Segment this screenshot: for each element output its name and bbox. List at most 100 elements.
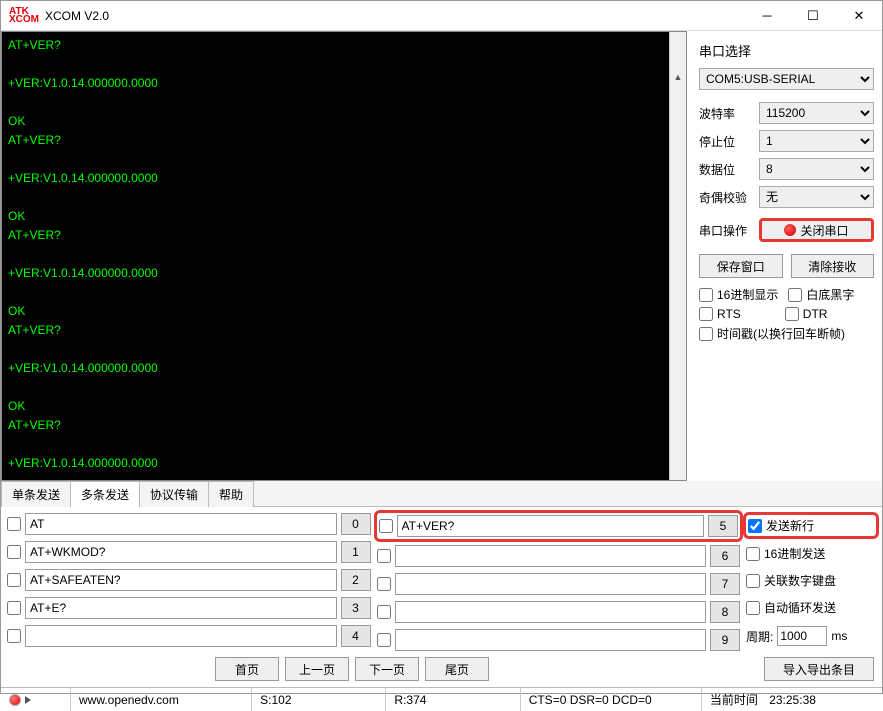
send-check-1[interactable]: [7, 545, 21, 559]
white-bg-checkbox[interactable]: [788, 288, 802, 302]
multi-send-grid: 0 1 2 3 4 5 6 7 8 9 发送新行 16进制发送 关联数字键盘 自…: [1, 507, 882, 653]
send-input-3[interactable]: [25, 597, 337, 619]
panel-title: 串口选择: [699, 41, 874, 60]
port-status-icon: [784, 224, 796, 236]
send-check-3[interactable]: [7, 601, 21, 615]
stopbit-select[interactable]: 1: [759, 130, 874, 152]
hexsend-label: 16进制发送: [764, 545, 825, 562]
send-check-4[interactable]: [7, 629, 21, 643]
scroll-up-icon[interactable]: ▲: [670, 68, 686, 85]
send-tabs: 单条发送 多条发送 协议传输 帮助: [1, 481, 882, 507]
status-line: CTS=0 DSR=0 DCD=0: [529, 693, 652, 707]
numpad-checkbox[interactable]: [746, 574, 760, 588]
minimize-button[interactable]: ─: [744, 1, 790, 31]
parity-select[interactable]: 无: [759, 186, 874, 208]
stopbit-label: 停止位: [699, 133, 751, 150]
send-input-5[interactable]: [397, 515, 705, 537]
send-input-8[interactable]: [395, 601, 707, 623]
serial-op-label: 串口操作: [699, 222, 751, 239]
send-input-1[interactable]: [25, 541, 337, 563]
dtr-checkbox[interactable]: [785, 307, 799, 321]
tab-protocol[interactable]: 协议传输: [139, 481, 209, 507]
record-icon[interactable]: [9, 694, 21, 706]
send-input-4[interactable]: [25, 625, 337, 647]
period-unit: ms: [831, 629, 847, 643]
databit-label: 数据位: [699, 161, 751, 178]
title-bar: ATKXCOM XCOM V2.0 ─ ☐ ✕: [1, 1, 882, 31]
newline-label: 发送新行: [766, 517, 814, 534]
databit-select[interactable]: 8: [759, 158, 874, 180]
status-bar: www.openedv.com S:102 R:374 CTS=0 DSR=0 …: [1, 687, 882, 711]
baud-select[interactable]: 115200: [759, 102, 874, 124]
com-port-select[interactable]: COM5:USB-SERIAL: [699, 68, 874, 90]
terminal-scrollbar[interactable]: ▲ ▼: [669, 32, 686, 480]
send-check-5[interactable]: [379, 519, 393, 533]
status-recv: R:374: [394, 693, 426, 707]
send-btn-7[interactable]: 7: [710, 573, 740, 595]
hexsend-checkbox[interactable]: [746, 547, 760, 561]
tab-help[interactable]: 帮助: [208, 481, 254, 507]
send-input-9[interactable]: [395, 629, 707, 651]
terminal-output[interactable]: AT+VER? +VER:V1.0.14.000000.0000 OK AT+V…: [1, 31, 687, 481]
send-col-right: 5 6 7 8 9: [377, 513, 741, 651]
app-logo-icon: ATKXCOM: [9, 8, 39, 24]
period-input[interactable]: [777, 626, 827, 646]
send-input-6[interactable]: [395, 545, 707, 567]
send-check-9[interactable]: [377, 633, 391, 647]
page-first-button[interactable]: 首页: [215, 657, 279, 681]
status-time: 23:25:38: [769, 693, 816, 707]
status-url[interactable]: www.openedv.com: [79, 693, 179, 707]
status-sent: S:102: [260, 693, 291, 707]
hex-display-label: 16进制显示: [717, 286, 778, 303]
close-port-label: 关闭串口: [800, 222, 848, 239]
maximize-button[interactable]: ☐: [790, 1, 836, 31]
rts-label: RTS: [717, 307, 741, 321]
timestamp-label: 时间戳(以换行回车断帧): [717, 325, 845, 342]
send-check-8[interactable]: [377, 605, 391, 619]
tab-multi-send[interactable]: 多条发送: [70, 481, 140, 507]
import-export-button[interactable]: 导入导出条目: [764, 657, 874, 681]
page-last-button[interactable]: 尾页: [425, 657, 489, 681]
hex-display-checkbox[interactable]: [699, 288, 713, 302]
scroll-track[interactable]: [670, 121, 686, 481]
send-check-2[interactable]: [7, 573, 21, 587]
page-next-button[interactable]: 下一页: [355, 657, 419, 681]
close-port-button[interactable]: 关闭串口: [759, 218, 874, 242]
play-icon[interactable]: [25, 696, 31, 704]
rts-checkbox[interactable]: [699, 307, 713, 321]
send-btn-6[interactable]: 6: [710, 545, 740, 567]
send-check-7[interactable]: [377, 577, 391, 591]
send-check-0[interactable]: [7, 517, 21, 531]
loop-checkbox[interactable]: [746, 601, 760, 615]
newline-checkbox[interactable]: [748, 519, 762, 533]
send-btn-3[interactable]: 3: [341, 597, 371, 619]
send-options: 发送新行 16进制发送 关联数字键盘 自动循环发送 周期: ms: [746, 513, 876, 651]
terminal-text: AT+VER? +VER:V1.0.14.000000.0000 OK AT+V…: [8, 38, 158, 481]
send-btn-1[interactable]: 1: [341, 541, 371, 563]
send-btn-9[interactable]: 9: [710, 629, 740, 651]
period-label: 周期:: [746, 628, 773, 645]
loop-label: 自动循环发送: [764, 599, 836, 616]
send-btn-0[interactable]: 0: [341, 513, 371, 535]
page-prev-button[interactable]: 上一页: [285, 657, 349, 681]
send-btn-2[interactable]: 2: [341, 569, 371, 591]
pager-row: 首页 上一页 下一页 尾页 导入导出条目: [1, 653, 882, 687]
send-btn-4[interactable]: 4: [341, 625, 371, 647]
send-btn-5[interactable]: 5: [708, 515, 738, 537]
close-button[interactable]: ✕: [836, 1, 882, 31]
send-btn-8[interactable]: 8: [710, 601, 740, 623]
tab-single-send[interactable]: 单条发送: [1, 481, 71, 507]
white-bg-label: 白底黑字: [806, 286, 854, 303]
clear-receive-button[interactable]: 清除接收: [791, 254, 875, 278]
send-input-0[interactable]: [25, 513, 337, 535]
parity-label: 奇偶校验: [699, 189, 751, 206]
baud-label: 波特率: [699, 105, 751, 122]
window-title: XCOM V2.0: [45, 9, 744, 23]
send-input-7[interactable]: [395, 573, 707, 595]
send-col-left: 0 1 2 3 4: [7, 513, 371, 651]
send-input-2[interactable]: [25, 569, 337, 591]
serial-config-panel: 串口选择 COM5:USB-SERIAL 波特率 115200 停止位 1 数据…: [687, 31, 882, 481]
send-check-6[interactable]: [377, 549, 391, 563]
save-window-button[interactable]: 保存窗口: [699, 254, 783, 278]
timestamp-checkbox[interactable]: [699, 327, 713, 341]
